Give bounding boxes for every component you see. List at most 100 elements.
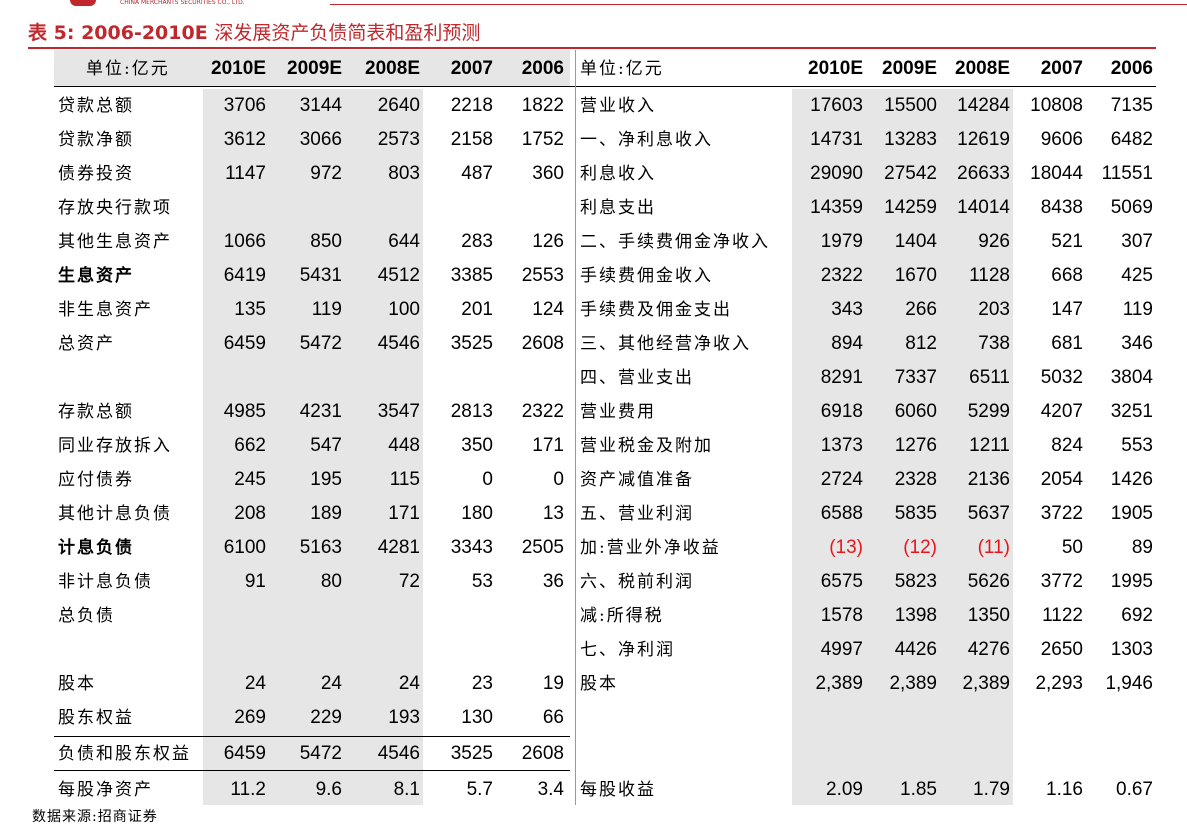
left-cell-2008e: 3547 — [377, 401, 420, 422]
right-cell-2007: 2650 — [1040, 639, 1083, 660]
left-cell-2009e: 189 — [310, 503, 342, 524]
left-cell-2007: 3525 — [450, 743, 493, 764]
right-cell-2006 — [1081, 737, 1153, 771]
right-cell-2007: 50 — [1061, 537, 1083, 558]
left-row-label: 其他计息负债 — [58, 504, 172, 524]
left-cell-2010e — [194, 599, 266, 633]
right-row-label: 三、其他经营净收入 — [580, 334, 751, 354]
right-cell-2008e: 1128 — [969, 265, 1010, 286]
right-cell-2006 — [1081, 701, 1153, 735]
right-cell-2008e: 6511 — [969, 367, 1010, 388]
right-cell-2008e: 1350 — [967, 605, 1010, 626]
right-cell-2006: 346 — [1121, 333, 1153, 354]
left-cell-2007 — [421, 361, 493, 395]
left-row-label — [58, 633, 200, 667]
left-cell-2008e: 4281 — [377, 537, 420, 558]
left-cell-2009e: 850 — [310, 231, 342, 252]
left-cell-2007: 3343 — [450, 537, 493, 558]
left-cell-2009e: 119 — [311, 299, 342, 320]
right-cell-2010e: 6575 — [820, 571, 863, 592]
right-row-label: 营业费用 — [580, 402, 656, 422]
right-cell-2007: 2,293 — [1035, 673, 1083, 694]
right-row-label: 四、营业支出 — [580, 368, 694, 388]
right-cell-2009e: 15500 — [884, 95, 937, 116]
left-cell-2010e: 91 — [244, 571, 266, 592]
left-cell-2009e: 5431 — [299, 265, 342, 286]
left-cell-2006 — [492, 633, 564, 667]
right-row-label: 营业税金及附加 — [580, 436, 713, 456]
left-cell-2006: 19 — [542, 673, 564, 694]
left-row-label: 生息资产 — [58, 266, 134, 286]
left-cell-2010e: 6419 — [223, 265, 266, 286]
left-cell-2009e: 547 — [310, 435, 342, 456]
right-cell-2006: 0.67 — [1116, 779, 1153, 800]
right-cell-2010e: (13) — [829, 537, 863, 558]
left-cell-2007: 2813 — [450, 401, 493, 422]
left-cell-2009e — [270, 191, 342, 225]
left-cell-2009e: 3144 — [299, 95, 342, 116]
right-cell-2008e: 14284 — [957, 95, 1010, 116]
left-cell-2009e: 229 — [310, 707, 342, 728]
right-cell-2010e: 2322 — [820, 265, 863, 286]
right-cell-2006: 1995 — [1110, 571, 1153, 592]
left-cell-2006: 36 — [542, 571, 564, 592]
right-cell-2007: 1122 — [1042, 605, 1083, 626]
left-cell-2006 — [492, 599, 564, 633]
left-cell-2006: 126 — [532, 231, 564, 252]
right-cell-2008e: 1.79 — [973, 779, 1010, 800]
left-cell-2007: 0 — [482, 469, 493, 490]
left-cell-2009e — [270, 361, 342, 395]
right-row-label: 加:营业外净收益 — [580, 538, 721, 558]
right-row-label: 每股收益 — [580, 780, 656, 800]
left-cell-2010e: 24 — [244, 673, 266, 694]
right-cell-2007 — [1011, 737, 1083, 771]
right-cell-2007: 18044 — [1030, 163, 1083, 184]
right-cell-2009e: 6060 — [894, 401, 937, 422]
right-row-label: 二、手续费佣金净收入 — [580, 232, 770, 252]
left-cell-2008e — [348, 191, 420, 225]
right-cell-2010e: 17603 — [810, 95, 863, 116]
left-cell-2009e: 5472 — [299, 743, 342, 764]
right-cell-2008e: 5637 — [967, 503, 1010, 524]
left-cell-2008e — [348, 633, 420, 667]
right-cell-2008e: 926 — [978, 231, 1010, 252]
left-cell-2007: 23 — [471, 673, 493, 694]
left-cell-2008e — [348, 599, 420, 633]
right-col-header-2008e: 2008E — [955, 58, 1010, 79]
right-cell-2010e: 894 — [831, 333, 863, 354]
right-cell-2007: 9606 — [1040, 129, 1083, 150]
right-col-header-2006: 2006 — [1110, 58, 1153, 79]
right-cell-2007: 668 — [1051, 265, 1083, 286]
right-row-label: 资产减值准备 — [580, 470, 694, 490]
left-row-label: 非计息负债 — [58, 572, 153, 592]
right-cell-2007: 824 — [1051, 435, 1083, 456]
right-cell-2008e: 2,389 — [962, 673, 1010, 694]
left-cell-2006: 0 — [553, 469, 564, 490]
left-cell-2008e: 448 — [388, 435, 420, 456]
left-row-label: 债券投资 — [58, 164, 134, 184]
right-cell-2006: 1303 — [1110, 639, 1153, 660]
right-cell-2008e: 5299 — [967, 401, 1010, 422]
left-row-label: 总负债 — [58, 606, 115, 626]
left-cell-2010e: 6459 — [223, 743, 266, 764]
right-cell-2008e: 26633 — [957, 163, 1010, 184]
right-cell-2010e: 1979 — [820, 231, 863, 252]
left-cell-2010e: 11.2 — [230, 779, 266, 800]
right-cell-2010e: 14359 — [810, 197, 863, 218]
right-cell-2009e: 1276 — [894, 435, 937, 456]
right-cell-2006: 6482 — [1110, 129, 1153, 150]
left-cell-2008e: 2573 — [377, 129, 420, 150]
left-cell-2009e: 972 — [310, 163, 342, 184]
left-cell-2006: 66 — [542, 707, 564, 728]
right-cell-2009e: 5823 — [894, 571, 937, 592]
right-cell-2007: 2054 — [1040, 469, 1083, 490]
left-cell-2008e: 8.1 — [393, 779, 420, 800]
left-cell-2006: 3.4 — [537, 779, 564, 800]
right-cell-2009e: 1.85 — [900, 779, 937, 800]
right-row-label — [580, 737, 790, 771]
right-cell-2008e: 203 — [978, 299, 1010, 320]
left-cell-2007: 2158 — [450, 129, 493, 150]
right-row-label: 利息支出 — [580, 198, 656, 218]
right-cell-2006: 1905 — [1110, 503, 1153, 524]
left-cell-2007: 5.7 — [466, 779, 493, 800]
